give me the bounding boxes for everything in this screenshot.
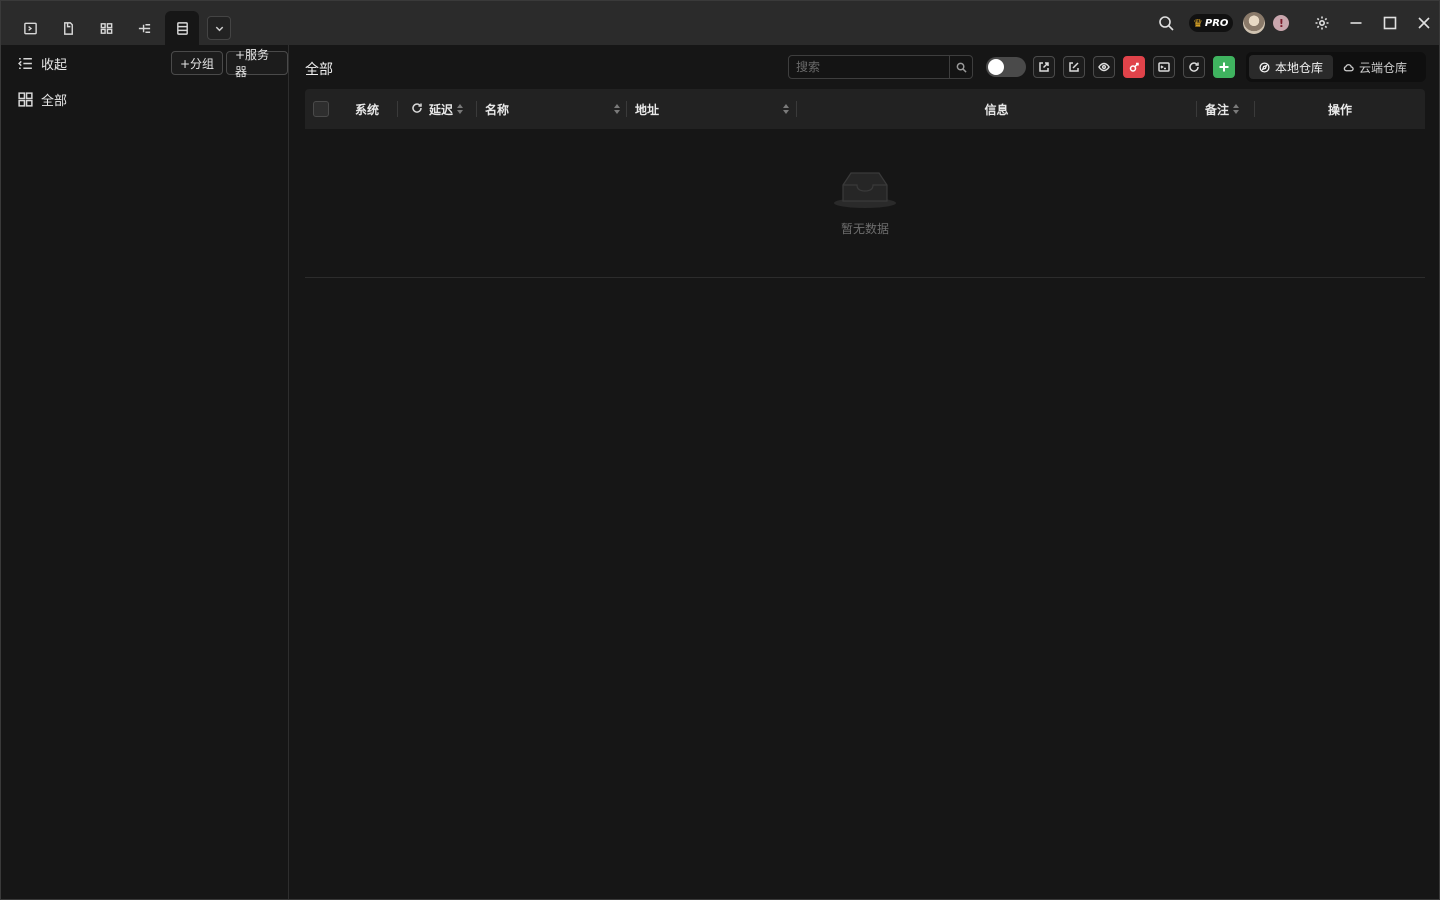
- tab-label: 本地仓库: [1275, 60, 1324, 75]
- close-button[interactable]: [1407, 1, 1440, 45]
- empty-state: 暂无数据: [305, 129, 1425, 278]
- sort-icon[interactable]: [614, 103, 620, 115]
- col-divider[interactable]: [397, 101, 398, 117]
- filter-toggle[interactable]: [986, 57, 1026, 77]
- plug-icon: [1129, 62, 1139, 72]
- collapse-label: 收起: [41, 58, 68, 73]
- minimize-icon: [1350, 22, 1362, 24]
- main-panel: 全部 搜索 本地仓库 云端仓库 系统 延迟 名称 地址 信息 备注 操作 暂无数…: [290, 45, 1439, 899]
- sidebar-item-all[interactable]: 全部: [17, 90, 67, 109]
- server-list-icon: [176, 21, 188, 35]
- title-bar: ♛ PRO !: [1, 1, 1439, 45]
- title-actions: ♛ PRO !: [1149, 1, 1440, 45]
- app-window: ♛ PRO ! 收起 +分组 +服务器 全部 全部 搜索 本地仓库 云端仓库 系…: [0, 0, 1440, 900]
- select-all-cell: [313, 89, 329, 129]
- repo-switcher: 本地仓库 云端仓库: [1246, 52, 1426, 82]
- dashboard-icon: [100, 22, 112, 34]
- col-label: 信息: [984, 102, 1009, 117]
- tab-tree[interactable]: [127, 11, 161, 45]
- select-all-checkbox[interactable]: [313, 101, 329, 117]
- cloud-icon: [1343, 63, 1354, 71]
- search-icon: [956, 62, 967, 73]
- col-label: 系统: [355, 102, 380, 117]
- empty-text: 暂无数据: [840, 222, 889, 236]
- add-button[interactable]: [1213, 56, 1235, 78]
- console-icon: [1158, 62, 1170, 72]
- sidebar: 收起 +分组 +服务器 全部: [1, 45, 289, 899]
- menu-collapse-icon: [18, 57, 32, 70]
- empty-inbox-icon: [834, 172, 896, 208]
- col-remark[interactable]: 备注: [1205, 89, 1240, 129]
- col-divider[interactable]: [476, 101, 477, 117]
- view-button[interactable]: [1093, 56, 1115, 78]
- file-icon: [63, 21, 73, 35]
- edit-button[interactable]: [1063, 56, 1085, 78]
- col-info: 信息: [797, 89, 1196, 129]
- eye-icon: [1098, 62, 1110, 72]
- grid-icon: [18, 92, 33, 107]
- search-input[interactable]: [789, 56, 949, 78]
- maximize-icon: [1384, 16, 1397, 30]
- add-group-button[interactable]: +分组: [171, 51, 224, 75]
- server-table: 系统 延迟 名称 地址 信息 备注 操作 暂无数据: [305, 89, 1425, 278]
- col-actions: 操作: [1255, 89, 1425, 129]
- gear-icon: [1315, 16, 1329, 30]
- table-header: 系统 延迟 名称 地址 信息 备注 操作: [305, 89, 1425, 129]
- col-latency[interactable]: 延迟: [411, 89, 464, 129]
- sort-icon[interactable]: [783, 103, 789, 115]
- toggle-knob: [988, 59, 1004, 75]
- quick-connect-button[interactable]: [1123, 56, 1145, 78]
- terminal-icon: [23, 22, 37, 34]
- page-title: 全部: [305, 62, 333, 78]
- col-label: 延迟: [429, 102, 454, 117]
- col-label: 操作: [1327, 102, 1352, 117]
- sort-icon[interactable]: [457, 103, 464, 115]
- search-box: [788, 55, 973, 79]
- search-submit-button[interactable]: [949, 56, 972, 78]
- maximize-button[interactable]: [1373, 1, 1407, 45]
- add-server-button[interactable]: +服务器: [226, 48, 288, 79]
- close-icon: [1418, 17, 1430, 29]
- pro-badge[interactable]: ♛ PRO: [1189, 14, 1234, 32]
- export-icon: [1039, 62, 1049, 72]
- tab-file[interactable]: [51, 11, 85, 45]
- minimize-button[interactable]: [1339, 1, 1373, 45]
- avatar[interactable]: [1243, 12, 1266, 34]
- settings-button[interactable]: [1305, 1, 1339, 45]
- tab-label: 云端仓库: [1359, 60, 1408, 75]
- tree-icon: [138, 23, 150, 33]
- collapse-toggle[interactable]: 收起: [17, 54, 67, 73]
- pro-label: PRO: [1204, 17, 1229, 29]
- export-button[interactable]: [1033, 56, 1055, 78]
- col-divider[interactable]: [626, 101, 627, 117]
- col-system[interactable]: 系统: [355, 89, 379, 129]
- tab-local-repo[interactable]: 本地仓库: [1249, 55, 1334, 79]
- global-search-button[interactable]: [1149, 1, 1183, 45]
- terminal-button[interactable]: [1153, 56, 1175, 78]
- col-divider[interactable]: [1196, 101, 1197, 117]
- col-name[interactable]: 名称: [485, 89, 622, 129]
- tab-cloud-repo[interactable]: 云端仓库: [1333, 55, 1417, 79]
- search-icon: [1159, 16, 1174, 31]
- alert-icon[interactable]: !: [1273, 15, 1290, 31]
- tab-dropdown-button[interactable]: [207, 16, 231, 40]
- crown-icon: ♛: [1193, 16, 1203, 30]
- tab-server-list[interactable]: [165, 11, 199, 45]
- edit-icon: [1069, 62, 1079, 72]
- tab-dashboard[interactable]: [89, 11, 123, 45]
- col-label: 备注: [1205, 102, 1230, 117]
- refresh-button[interactable]: [1183, 56, 1205, 78]
- tab-terminal[interactable]: [13, 11, 47, 45]
- chevron-down-icon: [215, 26, 223, 31]
- sidebar-item-label: 全部: [41, 94, 68, 109]
- sort-icon[interactable]: [1233, 103, 1240, 115]
- refresh-icon: [1189, 62, 1199, 72]
- compass-icon: [1259, 61, 1270, 73]
- col-address[interactable]: 地址: [635, 89, 791, 129]
- col-label: 地址: [635, 102, 660, 117]
- col-label: 名称: [485, 102, 510, 117]
- plus-icon: [1219, 62, 1229, 72]
- refresh-icon[interactable]: [411, 102, 423, 117]
